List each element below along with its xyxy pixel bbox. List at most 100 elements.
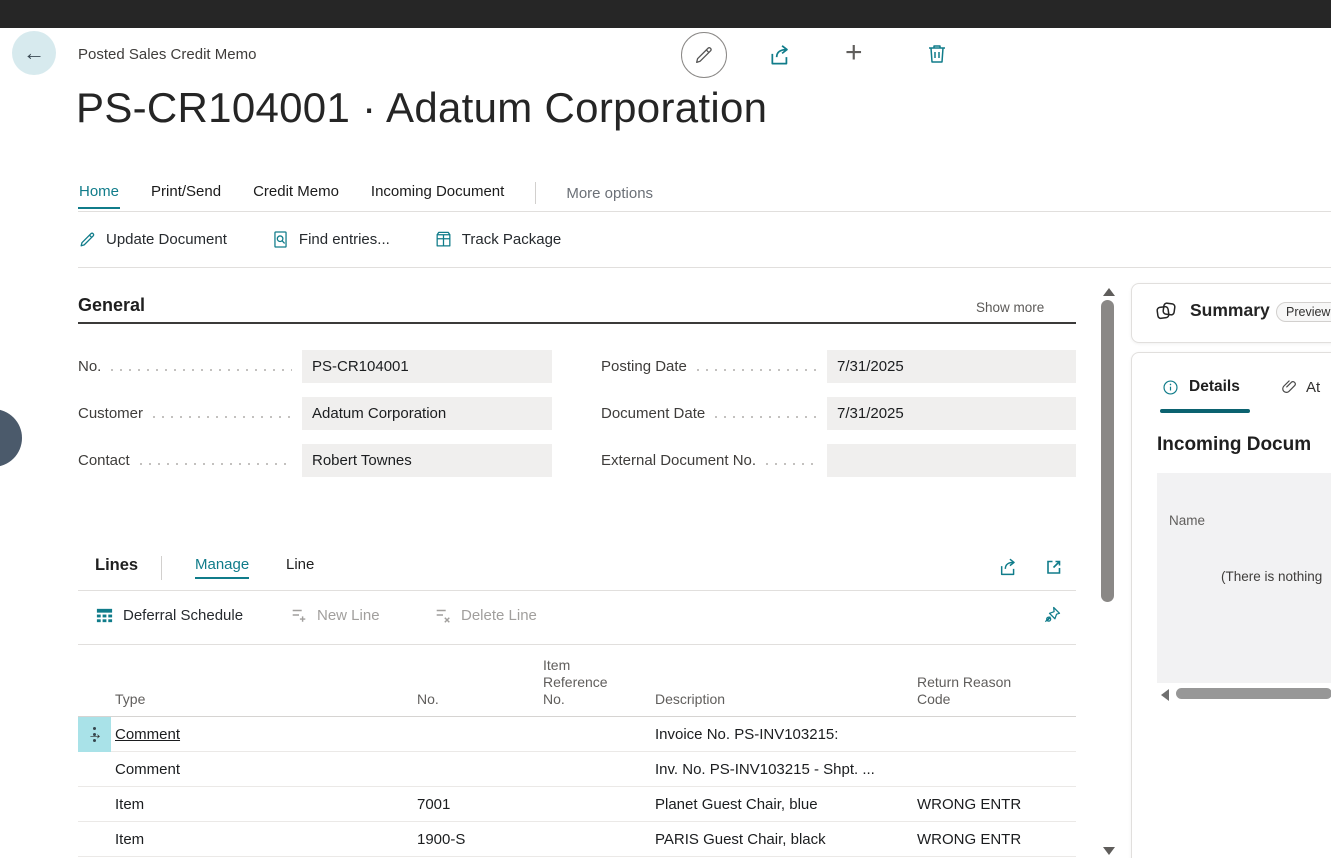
- selected-row-arrow-icon: →: [87, 717, 103, 752]
- tab-details[interactable]: Details: [1189, 378, 1240, 396]
- find-entries-action[interactable]: Find entries...: [271, 230, 390, 249]
- tab-home[interactable]: Home: [78, 178, 120, 209]
- vertical-scrollbar-thumb[interactable]: [1101, 300, 1114, 602]
- field-row-customer: Customer Adatum Corporation: [78, 397, 552, 430]
- lines-share-button[interactable]: [998, 556, 1020, 578]
- action-bar-divider: [78, 267, 1331, 268]
- field-label: Posting Date: [601, 358, 687, 375]
- empty-list-message: (There is nothing: [1221, 569, 1322, 584]
- table-row[interactable]: → Comment Invoice No. PS-INV103215:: [78, 717, 1076, 752]
- customer-field[interactable]: Adatum Corporation: [302, 397, 552, 430]
- page-title: PS-CR104001 · Adatum Corporation: [76, 84, 767, 132]
- pencil-icon: [78, 230, 97, 249]
- table-row[interactable]: Item 7001 Planet Guest Chair, blue WRONG…: [78, 787, 1076, 822]
- incoming-documents-heading: Incoming Docum: [1157, 434, 1311, 456]
- external-document-no-field[interactable]: [827, 444, 1076, 477]
- return-reason-cell[interactable]: WRONG ENTR: [917, 787, 1021, 822]
- lines-table: Type No. Item Reference No. Description …: [78, 645, 1076, 857]
- field-label: Customer: [78, 405, 143, 422]
- dotted-leader: [153, 416, 292, 418]
- popout-icon: [1044, 557, 1064, 577]
- update-document-action[interactable]: Update Document: [78, 230, 227, 249]
- share-button[interactable]: [768, 42, 794, 68]
- column-header-item-reference-no[interactable]: Item Reference No.: [543, 657, 625, 708]
- plus-icon: +: [845, 36, 863, 70]
- column-header-type[interactable]: Type: [115, 691, 145, 708]
- tab-print-send[interactable]: Print/Send: [150, 178, 222, 209]
- paperclip-icon: [1280, 377, 1299, 396]
- document-search-icon: [271, 230, 290, 249]
- new-line-icon: [290, 606, 308, 624]
- lines-tab-manage[interactable]: Manage: [195, 556, 249, 579]
- new-document-button[interactable]: +: [845, 36, 863, 70]
- field-label: No.: [78, 358, 101, 375]
- incoming-documents-list[interactable]: Name (There is nothing: [1157, 473, 1331, 683]
- delete-line-button[interactable]: Delete Line: [434, 606, 537, 624]
- scroll-up-arrow[interactable]: [1103, 288, 1115, 296]
- factbox-horizontal-scrollbar-thumb[interactable]: [1176, 688, 1331, 699]
- factbox-scroll-left-arrow[interactable]: [1161, 689, 1169, 701]
- field-row-contact: Contact Robert Townes: [78, 444, 552, 477]
- posted-sales-credit-memo-page: ← Posted Sales Credit Memo + PS-CR104001…: [0, 0, 1331, 858]
- tab-incoming-document[interactable]: Incoming Document: [370, 178, 505, 209]
- description-cell[interactable]: Planet Guest Chair, blue: [655, 787, 818, 822]
- table-row[interactable]: Comment Inv. No. PS-INV103215 - Shpt. ..…: [78, 752, 1076, 787]
- scroll-down-arrow[interactable]: [1103, 847, 1115, 855]
- summary-title: Summary: [1190, 300, 1270, 321]
- lines-separator: [161, 556, 162, 580]
- document-date-field[interactable]: 7/31/2025: [827, 397, 1076, 430]
- more-options-button[interactable]: More options: [566, 185, 653, 202]
- description-cell[interactable]: Inv. No. PS-INV103215 - Shpt. ...: [655, 752, 875, 787]
- tab-attachments[interactable]: At: [1306, 379, 1320, 396]
- field-label: Contact: [78, 452, 130, 469]
- share-icon: [768, 42, 794, 68]
- column-header-return-reason-code[interactable]: Return Reason Code: [917, 674, 1027, 708]
- posting-date-field[interactable]: 7/31/2025: [827, 350, 1076, 383]
- show-more-link[interactable]: Show more: [976, 300, 1044, 315]
- track-package-action[interactable]: Track Package: [434, 230, 562, 249]
- description-cell[interactable]: Invoice No. PS-INV103215:: [655, 717, 838, 752]
- tab-credit-memo[interactable]: Credit Memo: [252, 178, 340, 209]
- lines-tab-line[interactable]: Line: [286, 556, 314, 579]
- lines-open-in-new-button[interactable]: [1044, 557, 1064, 577]
- unpin-factbox-button[interactable]: [1042, 605, 1062, 625]
- edit-button[interactable]: [681, 32, 727, 78]
- field-row-external-document-no: External Document No.: [601, 444, 1076, 477]
- action-bar: Update Document Find entries... Track Pa…: [78, 212, 1331, 267]
- type-cell[interactable]: Comment: [115, 717, 180, 752]
- back-arrow-icon: ←: [23, 40, 45, 66]
- lines-heading[interactable]: Lines: [95, 556, 138, 575]
- field-row-document-date: Document Date 7/31/2025: [601, 397, 1076, 430]
- type-cell[interactable]: Item: [115, 822, 144, 857]
- column-header-description[interactable]: Description: [655, 691, 725, 708]
- type-cell[interactable]: Item: [115, 787, 144, 822]
- share-icon: [998, 556, 1020, 578]
- left-edge-handle[interactable]: [0, 409, 22, 467]
- delete-button[interactable]: [925, 42, 949, 66]
- deferral-schedule-button[interactable]: Deferral Schedule: [95, 606, 243, 625]
- description-cell[interactable]: PARIS Guest Chair, black: [655, 822, 826, 857]
- table-row[interactable]: Item 1900-S PARIS Guest Chair, black WRO…: [78, 822, 1076, 857]
- details-tab-underline: [1160, 409, 1250, 413]
- lines-table-header: Type No. Item Reference No. Description …: [78, 645, 1076, 717]
- contact-field[interactable]: Robert Townes: [302, 444, 552, 477]
- general-section-heading[interactable]: General: [78, 295, 145, 316]
- column-header-no[interactable]: No.: [417, 691, 439, 708]
- info-icon: [1162, 379, 1179, 396]
- no-cell[interactable]: 7001: [417, 787, 450, 822]
- top-chrome-bar: [0, 0, 1331, 28]
- new-line-button[interactable]: New Line: [290, 606, 380, 624]
- type-cell[interactable]: Comment: [115, 752, 180, 787]
- dotted-leader: [111, 369, 292, 371]
- menu-separator: [535, 182, 536, 204]
- return-reason-cell[interactable]: WRONG ENTR: [917, 822, 1021, 857]
- no-cell[interactable]: 1900-S: [417, 822, 465, 857]
- back-button[interactable]: ←: [12, 31, 56, 75]
- list-column-name: Name: [1169, 513, 1205, 528]
- dotted-leader: [715, 416, 817, 418]
- page-caption: Posted Sales Credit Memo: [78, 46, 256, 63]
- dotted-leader: [766, 463, 817, 465]
- no-field[interactable]: PS-CR104001: [302, 350, 552, 383]
- schedule-grid-icon: [95, 606, 114, 625]
- lines-section-header: Lines Manage Line: [78, 545, 1076, 591]
